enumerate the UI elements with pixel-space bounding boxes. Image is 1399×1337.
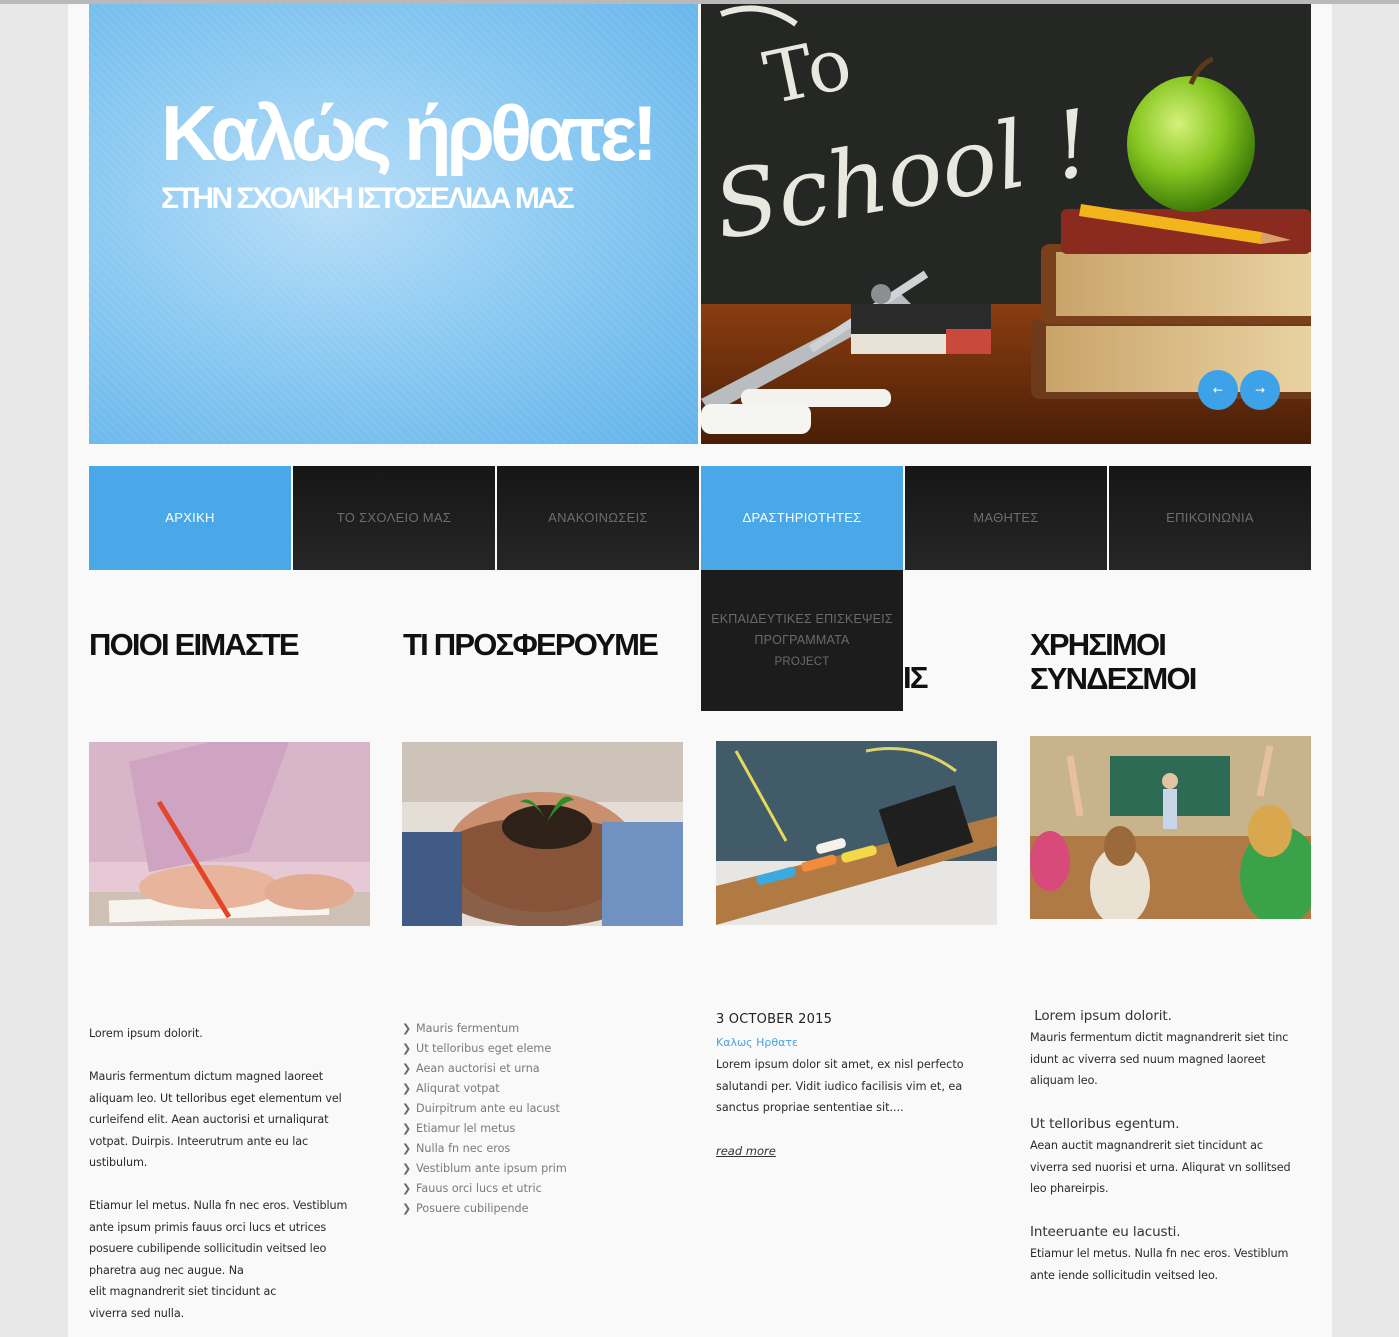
news-excerpt-line: Lorem ipsum dolor sit amet, ex nisl perf… — [716, 1058, 964, 1071]
read-more-link[interactable]: read more — [716, 1144, 776, 1158]
nav-item-students[interactable]: ΜΑΘΗΤΕΣ — [905, 466, 1107, 570]
who-para-line: Etiamur lel metus. Nulla fn nec eros. Ve… — [89, 1199, 348, 1212]
links-block-line: leo phareirpis. — [1030, 1182, 1109, 1195]
nav-item-home[interactable]: ΑΡΧΙΚΗ — [89, 466, 291, 570]
news-date: 3 OCTOBER 2015 — [716, 1012, 833, 1027]
chevron-right-icon: ❯ — [402, 1162, 412, 1175]
left-gutter — [0, 4, 68, 1337]
slider-next-button[interactable]: → — [1240, 370, 1280, 410]
list-item[interactable]: ❯ Fauus orci lucs et utric — [402, 1179, 567, 1199]
hands-plant-image — [402, 742, 683, 926]
who-we-are-text: Lorem ipsum dolorit. Mauris fermentum di… — [89, 1023, 347, 1324]
list-item[interactable]: ❯ Duirpitrum ante eu lacust — [402, 1099, 567, 1119]
list-item-label: Duirpitrum ante eu lacust — [416, 1102, 560, 1115]
chevron-right-icon: ❯ — [402, 1202, 412, 1215]
nav-item-our-school[interactable]: ΤΟ ΣΧΟΛΕΙΟ ΜΑΣ — [293, 466, 495, 570]
chevron-right-icon: ❯ — [402, 1082, 412, 1095]
links-block-line: viverra sed nuorisi et urna. Aliqurat vn… — [1030, 1160, 1291, 1174]
links-block-line: ante iende sollicitudin veitsed leo. — [1030, 1268, 1218, 1282]
list-item[interactable]: ❯ Aliqurat votpat — [402, 1079, 567, 1099]
hero-title: Καλώς ήρθατε! — [161, 89, 658, 177]
list-item-label: Posuere cubilipende — [416, 1202, 529, 1215]
links-block-heading: Ut telloribus egentum. — [1030, 1116, 1180, 1132]
chevron-right-icon: ❯ — [402, 1022, 412, 1035]
list-item[interactable]: ❯ Posuere cubilipende — [402, 1199, 567, 1219]
links-block-line: Aean auctit magnandrerit siet tincidunt … — [1030, 1139, 1263, 1152]
chalkboard-tray-image — [716, 741, 997, 925]
hero-subtitle: ΣΤΗΝ ΣΧΟΛΙΚΗ ΙΣΤΟΣΕΛΙΔΑ ΜΑΣ — [161, 182, 575, 215]
links-block-heading: Inteeruante eu lacusti. — [1030, 1224, 1181, 1240]
news-title-fragment: ΙΣ — [903, 660, 928, 695]
dropdown-item-programs[interactable]: ΠΡΟΓΡΑΜΜΑΤΑ — [701, 632, 903, 648]
list-item[interactable]: ❯ Etiamur lel metus — [402, 1119, 567, 1139]
who-we-are-title: ΠΟΙΟΙ ΕΙΜΑΣΤΕ — [89, 627, 300, 662]
who-para-line: viverra sed nulla. — [89, 1306, 185, 1320]
what-we-offer-title: ΤΙ ΠΡΟΣΦΕΡΟΥΜΕ — [403, 627, 659, 662]
who-para-line: posuere cubilipende sollicitudin veitsed… — [89, 1242, 327, 1255]
writing-hand-image — [89, 742, 370, 926]
chevron-right-icon: ❯ — [402, 1042, 412, 1055]
who-para-line: votpat. Duirpis. Inteerutrum ante eu lac — [89, 1134, 309, 1148]
useful-links-title-line2: ΣΥΝΔΕΣΜΟΙ — [1030, 661, 1197, 696]
list-item[interactable]: ❯ Aean auctorisi et urna — [402, 1059, 567, 1079]
list-item-label: Aliqurat votpat — [416, 1082, 500, 1095]
list-item-label: Ut telloribus eget eleme — [416, 1042, 552, 1055]
links-block-line: idunt ac viverra sed nuum magned laoreet — [1030, 1052, 1266, 1066]
right-gutter — [1332, 4, 1399, 1337]
nav-item-activities[interactable]: ΔΡΑΣΤΗΡΙΟΤΗΤΕΣ — [701, 466, 903, 570]
links-block-heading: Lorem ipsum dolorit. — [1030, 1008, 1172, 1024]
chevron-right-icon: ❯ — [402, 1062, 412, 1075]
who-para-line: elit magnandrerit siet tincidunt ac — [89, 1285, 277, 1298]
slider-prev-button[interactable]: ← — [1198, 370, 1238, 410]
chevron-right-icon: ❯ — [402, 1182, 412, 1195]
list-item-label: Nulla fn nec eros — [416, 1142, 511, 1155]
classroom-image — [1030, 736, 1311, 919]
nav-item-contact[interactable]: ΕΠΙΚΟΙΝΩΝΙΑ — [1109, 466, 1311, 570]
list-item-label: Aean auctorisi et urna — [416, 1062, 540, 1075]
who-para-line: aliquam leo. Ut telloribus eget elementu… — [89, 1091, 342, 1105]
list-item[interactable]: ❯ Vestiblum ante ipsum prim — [402, 1159, 567, 1179]
list-item-label: Etiamur lel metus — [416, 1122, 516, 1135]
hero-slider-image: To School ! ← → — [701, 4, 1311, 444]
activities-dropdown-menu: ΕΚΠΑΙΔΕΥΤΙΚΕΣ ΕΠΙΣΚΕΨΕΙΣ ΠΡΟΓΡΑΜΜΑΤΑ PRO… — [701, 570, 903, 711]
list-item[interactable]: ❯ Mauris fermentum — [402, 1019, 567, 1039]
links-block-line: Etiamur lel metus. Nulla fn nec eros. Ve… — [1030, 1247, 1289, 1260]
links-block-line: aliquam leo. — [1030, 1074, 1098, 1087]
who-para-line: pharetra aug nec augue. Na — [89, 1263, 244, 1277]
chevron-right-icon: ❯ — [402, 1102, 412, 1115]
chalk-text-to: To — [757, 21, 858, 121]
useful-links-text: Lorem ipsum dolorit. Mauris fermentum di… — [1030, 1005, 1291, 1286]
list-item-label: Mauris fermentum — [416, 1022, 520, 1035]
list-item[interactable]: ❯ Nulla fn nec eros — [402, 1139, 567, 1159]
list-item-label: Vestiblum ante ipsum prim — [416, 1162, 567, 1175]
useful-links-title: ΧΡΗΣΙΜΟΙ ΣΥΝΔΕΣΜΟΙ — [1030, 627, 1197, 696]
hero-welcome-panel: Καλώς ήρθατε! ΣΤΗΝ ΣΧΟΛΙΚΗ ΙΣΤΟΣΕΛΙΔΑ ΜΑ… — [89, 4, 698, 444]
news-excerpt: Lorem ipsum dolor sit amet, ex nisl perf… — [716, 1054, 964, 1119]
chevron-right-icon: ❯ — [402, 1142, 412, 1155]
list-item-label: Fauus orci lucs et utric — [416, 1182, 542, 1195]
who-para-line: ustibulum. — [89, 1156, 148, 1169]
dropdown-item-educational-visits[interactable]: ΕΚΠΑΙΔΕΥΤΙΚΕΣ ΕΠΙΣΚΕΨΕΙΣ — [701, 611, 903, 627]
offer-list: ❯ Mauris fermentum ❯ Ut telloribus eget el… — [402, 1019, 567, 1219]
news-excerpt-line: sanctus propriae sententiae sit.... — [716, 1101, 904, 1114]
nav-item-announcements[interactable]: ΑΝΑΚΟΙΝΩΣΕΙΣ — [497, 466, 699, 570]
who-para-line: Mauris fermentum dictum magned laoreet — [89, 1070, 324, 1083]
chevron-right-icon: ❯ — [402, 1122, 412, 1135]
useful-links-title-line1: ΧΡΗΣΙΜΟΙ — [1030, 627, 1167, 662]
who-para-line: curleifend elit. Aean auctorisi et urnal… — [89, 1113, 329, 1126]
who-para-line: ante ipsum primis fauus orci lucs et utr… — [89, 1220, 327, 1234]
news-excerpt-line: salutandi per. Vidit iudico facilisis vi… — [716, 1079, 963, 1093]
news-post-link[interactable]: Καλως Ηρθατε — [716, 1036, 798, 1049]
dropdown-item-project[interactable]: PROJECT — [701, 654, 903, 670]
list-item[interactable]: ❯ Ut telloribus eget eleme — [402, 1039, 567, 1059]
links-block-line: Mauris fermentum dictit magnandrerit sie… — [1030, 1031, 1289, 1044]
who-para-line: Lorem ipsum dolorit. — [89, 1027, 203, 1040]
